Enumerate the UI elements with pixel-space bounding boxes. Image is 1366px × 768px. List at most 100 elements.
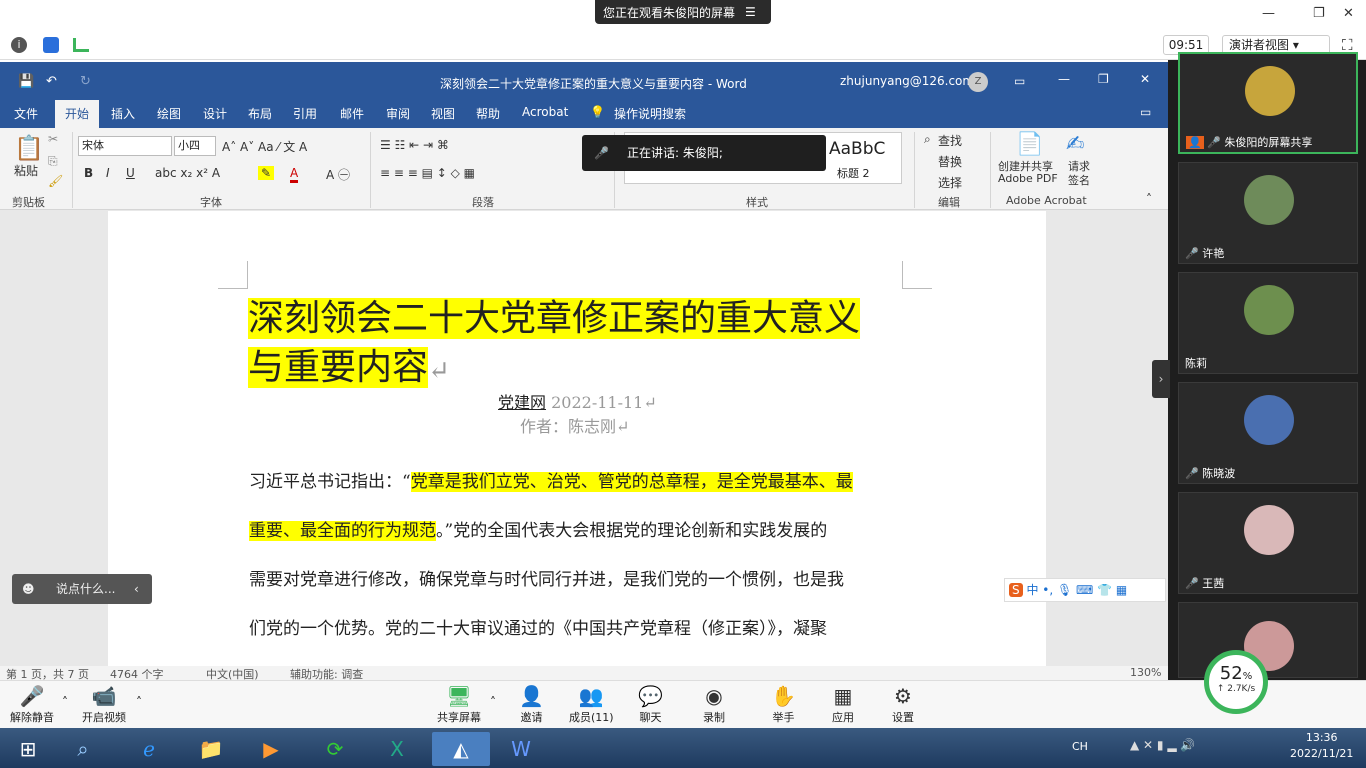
save-icon[interactable]: 💾: [18, 74, 34, 89]
ime-toolbar[interactable]: S 中 •, 🎙 ⌨ 👕 ▦: [1004, 578, 1166, 602]
raise-hand-button[interactable]: ✋ 举手: [771, 683, 796, 725]
strikethrough-button[interactable]: abc x₂ x² A: [155, 166, 220, 180]
font-size-select[interactable]: 小四: [174, 136, 216, 156]
italic-button[interactable]: I: [106, 166, 110, 180]
bold-button[interactable]: B: [84, 166, 93, 180]
paste-button[interactable]: 粘贴: [14, 162, 38, 179]
tab-file[interactable]: 文件: [14, 105, 38, 122]
chevron-up-icon[interactable]: ˄: [136, 695, 142, 709]
ribbon-display-icon[interactable]: ▭: [1014, 74, 1025, 88]
status-accessibility[interactable]: 辅助功能: 调查: [290, 666, 363, 680]
word-minimize-button[interactable]: —: [1058, 72, 1070, 86]
tab-references[interactable]: 引用: [293, 105, 317, 122]
style-sample[interactable]: AaBbC: [829, 139, 885, 159]
bullets-icon[interactable]: ☰ ☷ ⇤ ⇥ ⌘: [380, 138, 449, 152]
font-color-icon[interactable]: A: [290, 166, 299, 183]
video-button[interactable]: 📹 开启视频: [82, 683, 126, 725]
find-button[interactable]: 查找: [938, 132, 962, 149]
clock[interactable]: 13:36 2022/11/21: [1290, 730, 1353, 762]
media-player-icon[interactable]: ▶: [246, 732, 296, 766]
share-screen-button[interactable]: 🖥 共享屏幕: [437, 683, 481, 725]
select-button[interactable]: 选择: [938, 174, 962, 191]
copy-icon[interactable]: ⎘: [48, 154, 58, 169]
participant-tile[interactable]: [1178, 602, 1358, 678]
chat-button[interactable]: 💬 聊天: [638, 683, 663, 725]
tab-home[interactable]: 开始: [55, 100, 99, 128]
emoji-icon[interactable]: ☻: [22, 574, 35, 604]
comments-icon[interactable]: ▭: [1140, 105, 1151, 119]
participant-tile[interactable]: 陈莉: [1178, 272, 1358, 374]
settings-button[interactable]: ⚙ 设置: [892, 683, 914, 725]
menu-icon[interactable]: ☰: [745, 5, 756, 19]
unmute-button[interactable]: 🎤 解除静音: [10, 683, 54, 725]
collapse-ribbon-icon[interactable]: ˄: [1146, 192, 1152, 206]
undo-icon[interactable]: ↶: [46, 74, 57, 89]
tab-view[interactable]: 视图: [431, 105, 455, 122]
invite-button[interactable]: 👤 邀请: [519, 683, 544, 725]
status-page[interactable]: 第 1 页，共 7 页: [6, 666, 89, 680]
chevron-up-icon[interactable]: ˄: [62, 695, 68, 709]
paste-icon[interactable]: 📋: [14, 134, 44, 162]
tell-me-search[interactable]: 操作说明搜索: [614, 105, 686, 122]
document-page[interactable]: 深刻领会二十大党章修正案的重大意义 与重要内容↵ 党建网 2022-11-11↵…: [108, 211, 1046, 666]
tab-help[interactable]: 帮助: [476, 105, 500, 122]
participant-tile[interactable]: 🎤 许艳: [1178, 162, 1358, 264]
tab-draw[interactable]: 绘图: [157, 105, 181, 122]
chevron-left-icon[interactable]: ‹: [134, 574, 139, 604]
apps-button[interactable]: ▦ 应用: [832, 683, 854, 725]
sogou-icon[interactable]: S: [1009, 583, 1023, 597]
char-shading-icon[interactable]: A ㊀: [326, 166, 350, 183]
redo-icon[interactable]: ↻: [80, 74, 91, 89]
app-icon[interactable]: ⟳: [310, 732, 360, 766]
create-pdf-label2[interactable]: Adobe PDF: [998, 172, 1058, 185]
record-button[interactable]: ◉ 录制: [703, 683, 725, 725]
tray-icons[interactable]: ▲ ✕ ▮ ▂ 🔊: [1130, 738, 1195, 752]
word-close-button[interactable]: ✕: [1140, 72, 1150, 86]
status-language[interactable]: 中文(中国): [206, 666, 259, 680]
account-avatar[interactable]: Z: [968, 72, 988, 92]
word-maximize-button[interactable]: ❐: [1098, 72, 1109, 86]
word-icon[interactable]: W: [496, 732, 546, 766]
collapse-panel-icon[interactable]: ›: [1152, 360, 1170, 398]
folder-icon[interactable]: 📁: [186, 732, 236, 766]
chevron-up-icon[interactable]: ˄: [490, 695, 496, 709]
signal-icon[interactable]: [73, 38, 89, 52]
highlight-icon[interactable]: ✎: [258, 166, 275, 180]
info-icon[interactable]: i: [11, 37, 27, 53]
tab-mailings[interactable]: 邮件: [340, 105, 364, 122]
underline-button[interactable]: U: [126, 166, 135, 180]
ime-indicator[interactable]: CH: [1072, 740, 1088, 753]
start-button[interactable]: ⊞: [3, 732, 53, 766]
participant-tile[interactable]: 🎤 王茜: [1178, 492, 1358, 594]
status-words[interactable]: 4764 个字: [110, 666, 164, 680]
request-sign-label2[interactable]: 签名: [1068, 172, 1090, 188]
account-email[interactable]: zhujunyang@126.com: [840, 74, 974, 88]
style-heading2[interactable]: 标题 2: [837, 165, 870, 181]
font-name-select[interactable]: 宋体: [78, 136, 172, 156]
doc-source-link[interactable]: 党建网: [498, 393, 546, 412]
network-indicator[interactable]: 52% ↑ 2.7K/s: [1204, 650, 1268, 714]
tab-insert[interactable]: 插入: [111, 105, 135, 122]
close-button[interactable]: ✕: [1343, 6, 1354, 21]
excel-icon[interactable]: X: [372, 732, 422, 766]
tab-review[interactable]: 审阅: [386, 105, 410, 122]
format-painter-icon[interactable]: 🖌: [48, 174, 63, 188]
participant-tile[interactable]: 🎤 陈晓波: [1178, 382, 1358, 484]
replace-button[interactable]: 替换: [938, 153, 962, 170]
tencent-meeting-icon[interactable]: ◭: [432, 732, 490, 766]
minimize-button[interactable]: —: [1262, 6, 1275, 21]
tab-acrobat[interactable]: Acrobat: [522, 105, 568, 119]
search-icon[interactable]: ⌕: [58, 732, 108, 766]
status-zoom[interactable]: 130%: [1130, 666, 1161, 679]
tab-layout[interactable]: 布局: [248, 105, 272, 122]
members-button[interactable]: 👥 成员(11): [569, 683, 614, 725]
align-icon[interactable]: ≡ ≡ ≡ ▤ ↕ ◇ ▦: [380, 166, 475, 180]
share-banner[interactable]: 您正在观看朱俊阳的屏幕 ☰: [595, 0, 771, 24]
grow-font-icon[interactable]: A˄ A˅ Aa ⁄ 文 A: [222, 138, 307, 155]
restore-button[interactable]: ❐: [1313, 6, 1325, 21]
ie-icon[interactable]: ℯ: [124, 732, 174, 766]
participant-tile[interactable]: 👤 🎤 朱俊阳的屏幕共享: [1178, 52, 1358, 154]
cut-icon[interactable]: ✂: [48, 132, 58, 146]
tab-design[interactable]: 设计: [203, 105, 227, 122]
chat-quick-input[interactable]: ☻ 说点什么... ‹: [12, 574, 152, 604]
